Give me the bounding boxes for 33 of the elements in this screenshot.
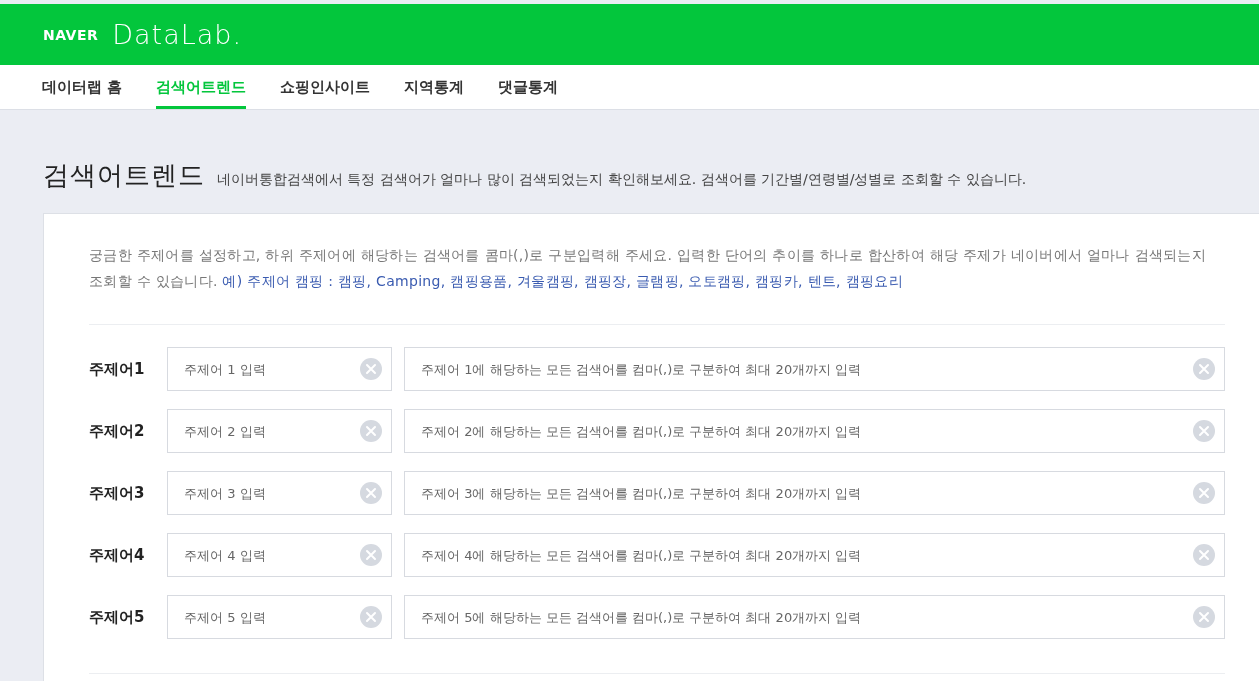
nav-tab[interactable]: 지역통계	[404, 65, 465, 109]
page-title: 검색어트렌드	[43, 159, 205, 192]
topic-input-field[interactable]: 주제어 5 입력	[167, 595, 392, 639]
clear-icon[interactable]	[1193, 420, 1215, 442]
example-link[interactable]: 예) 주제어 캠핑 : 캠핑, Camping, 캠핑용품, 겨울캠핑, 캠핑장, 글램핑, 오토캠핑, 캠핑카, 텐트, 캠핑요리	[222, 273, 903, 289]
clear-icon[interactable]	[1193, 606, 1215, 628]
topic-input-field[interactable]: 주제어 3 입력	[167, 471, 392, 515]
topic-input-field[interactable]: 주제어 4 입력	[167, 533, 392, 577]
guide-text: 궁금한 주제어를 설정하고, 하위 주제어에 해당하는 검색어를 콤마(,)로 구분입력해 주세요. 입력한 단어의 추이를 하나로 합산하여 해당 주제가 네이버에서 얼마나 검색되는지 조회할 수 있습니다. 예) 주제어 캠핑 : 캠핑, Camping, 캠핑용품, 겨울캠핑, 캠핑장, 글램핑, 오토캠핑, 캠핑카, 텐트, 캠핑요리	[89, 242, 1225, 325]
keywords-input-field[interactable]: 주제어 1에 해당하는 모든 검색어를 컴마(,)로 구분하여 최대 20개까지 입력	[404, 347, 1225, 391]
topic-label: 주제어4	[89, 545, 146, 565]
clear-icon[interactable]	[1193, 358, 1215, 380]
keywords-input-field[interactable]: 주제어 5에 해당하는 모든 검색어를 컴마(,)로 구분하여 최대 20개까지 입력	[404, 595, 1225, 639]
topic-input-field[interactable]: 주제어 2 입력	[167, 409, 392, 453]
keywords-input-field[interactable]: 주제어 2에 해당하는 모든 검색어를 컴마(,)로 구분하여 최대 20개까지 입력	[404, 409, 1225, 453]
nav-tab[interactable]: 쇼핑인사이트	[280, 65, 371, 109]
keywords-input-field[interactable]: 주제어 4에 해당하는 모든 검색어를 컴마(,)로 구분하여 최대 20개까지 입력	[404, 533, 1225, 577]
nav-tab[interactable]: 데이터랩 홈	[42, 65, 123, 109]
topic-label: 주제어2	[89, 421, 146, 441]
clear-icon[interactable]	[360, 482, 382, 504]
topic-label: 주제어5	[89, 607, 146, 627]
clear-icon[interactable]	[360, 606, 382, 628]
clear-icon[interactable]	[1193, 544, 1215, 566]
page-subtitle: 네이버통합검색에서 특정 검색어가 얼마나 많이 검색되었는지 확인해보세요. 검색어를 기간별/연령별/성별로 조회할 수 있습니다.	[217, 171, 1027, 189]
keywords-input-field[interactable]: 주제어 3에 해당하는 모든 검색어를 컴마(,)로 구분하여 최대 20개까지 입력	[404, 471, 1225, 515]
clear-icon[interactable]	[360, 420, 382, 442]
topic-label: 주제어1	[89, 359, 146, 379]
nav-tab[interactable]: 댓글통계	[498, 65, 559, 109]
topic-label: 주제어3	[89, 483, 146, 503]
clear-icon[interactable]	[360, 358, 382, 380]
topic-input-field[interactable]: 주제어 1 입력	[167, 347, 392, 391]
clear-icon[interactable]	[360, 544, 382, 566]
clear-icon[interactable]	[1193, 482, 1215, 504]
